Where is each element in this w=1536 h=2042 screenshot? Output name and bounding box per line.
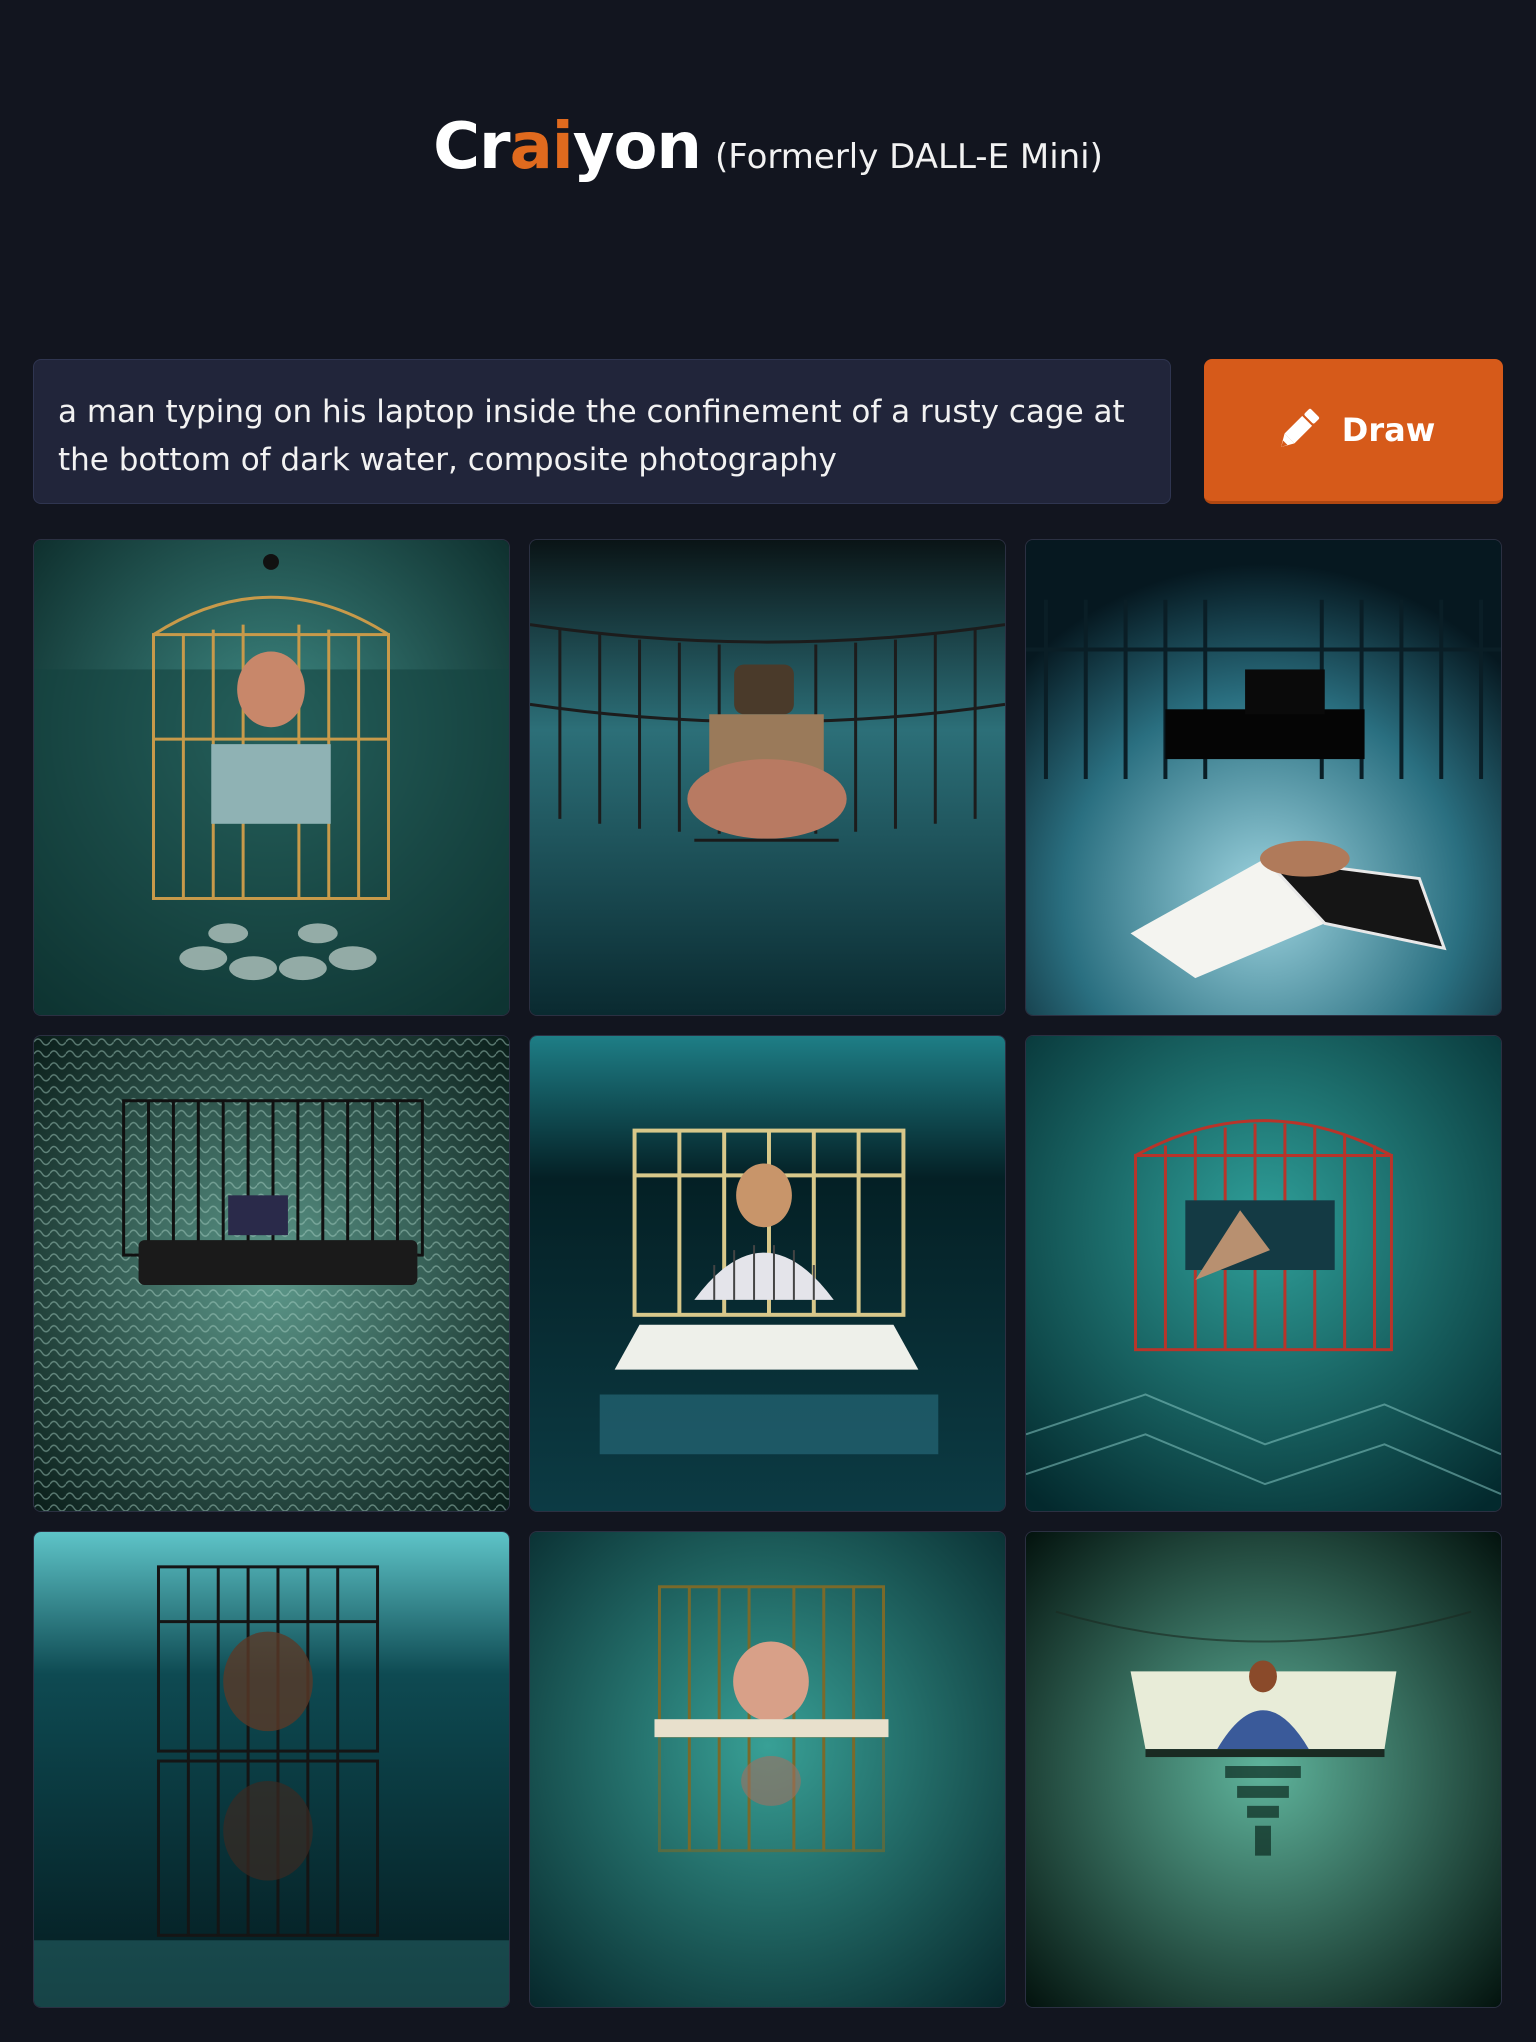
image-gallery — [33, 539, 1503, 2008]
generated-image — [1026, 540, 1501, 1015]
gallery-image-4[interactable] — [33, 1035, 510, 1512]
generated-image — [530, 540, 1005, 1015]
prompt-input[interactable]: a man typing on his laptop inside the co… — [33, 359, 1171, 504]
generated-image — [1026, 1532, 1501, 2007]
brand-suffix: yon — [572, 110, 702, 184]
brand-prefix: Cr — [433, 110, 511, 184]
brand-accent: ai — [509, 110, 574, 184]
brand-subtitle: (Formerly DALL-E Mini) — [714, 137, 1103, 177]
draw-button[interactable]: Draw — [1204, 359, 1503, 504]
generated-image — [530, 1532, 1005, 2007]
gallery-image-1[interactable] — [33, 539, 510, 1016]
generated-image — [34, 540, 509, 1015]
generated-image — [530, 1036, 1005, 1511]
app-header: Craiyon (Formerly DALL-E Mini) — [0, 110, 1536, 184]
gallery-image-8[interactable] — [529, 1531, 1006, 2008]
generated-image — [34, 1532, 509, 2007]
brand-logo[interactable]: Craiyon — [433, 110, 702, 184]
gallery-image-9[interactable] — [1025, 1531, 1502, 2008]
draw-button-label: Draw — [1341, 411, 1436, 449]
pencil-icon — [1280, 408, 1319, 447]
gallery-image-6[interactable] — [1025, 1035, 1502, 1512]
gallery-image-2[interactable] — [529, 539, 1006, 1016]
gallery-image-5[interactable] — [529, 1035, 1006, 1512]
generated-image — [1026, 1036, 1501, 1511]
gallery-image-3[interactable] — [1025, 539, 1502, 1016]
gallery-image-7[interactable] — [33, 1531, 510, 2008]
generated-image — [34, 1036, 509, 1511]
